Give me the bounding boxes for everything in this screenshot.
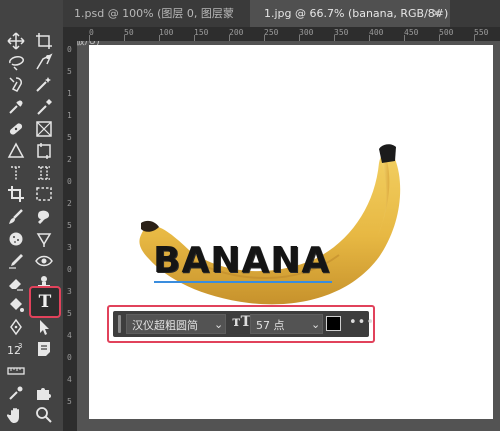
note-icon[interactable] <box>32 337 56 361</box>
eyedropper-icon[interactable] <box>4 95 28 119</box>
ruler-label: 250 <box>264 28 279 37</box>
more-options-icon[interactable]: ••• <box>349 315 375 330</box>
ruler-label: 1 <box>67 89 72 98</box>
document-tab-bar: 1.psd @ 100% (图层 0, 图层蒙版/8) × 1.jpg @ 66… <box>0 0 500 47</box>
patch-icon[interactable] <box>32 117 56 141</box>
ruler-label: 0 <box>67 353 72 362</box>
vertical-ruler[interactable]: 0 5 1 1 5 2 0 2 5 3 0 3 5 4 0 4 5 <box>63 27 77 431</box>
triangle-icon[interactable] <box>4 139 28 163</box>
tab-1-jpg[interactable]: 1.jpg @ 66.7% (banana, RGB/8#) * × <box>250 0 450 47</box>
document-canvas[interactable]: BANANA <box>89 45 493 419</box>
ruler-label: 200 <box>229 28 244 37</box>
ruler-label: 5 <box>67 397 72 406</box>
eye-icon[interactable] <box>32 249 56 273</box>
ruler-label: 3 <box>67 287 72 296</box>
puzzle-icon[interactable] <box>32 381 56 405</box>
text-context-bar: 汉仪超粗圆简 ⌄ тT 57 点 ⌄ ••• <box>107 305 375 343</box>
ruler-label: 150 <box>194 28 209 37</box>
pen-icon[interactable] <box>4 315 28 339</box>
ruler-label: 2 <box>67 199 72 208</box>
grip-handle[interactable] <box>118 315 121 333</box>
chevron-down-icon: ⌄ <box>214 318 224 331</box>
crop-icon[interactable] <box>4 182 28 206</box>
ruler-label: 0 <box>67 265 72 274</box>
crop-frame-icon[interactable] <box>32 139 56 163</box>
paint-bucket-icon[interactable] <box>4 293 28 317</box>
chevron-down-icon: ⌄ <box>311 318 321 331</box>
counter-icon[interactable]: 12 3 <box>4 337 28 361</box>
ruler-label: 5 <box>67 67 72 76</box>
font-size-value: 57 点 <box>256 319 285 332</box>
font-family-select[interactable]: 汉仪超粗圆简 ⌄ <box>126 314 226 334</box>
smudge-icon[interactable] <box>32 205 56 229</box>
ruler-label: 400 <box>369 28 384 37</box>
ruler-icon[interactable] <box>4 359 28 383</box>
lasso-icon[interactable] <box>4 50 28 74</box>
ruler-label: 500 <box>439 28 454 37</box>
font-family-value: 汉仪超粗圆简 <box>132 319 198 332</box>
ruler-label: 5 <box>67 221 72 230</box>
ruler-label: 4 <box>67 375 72 384</box>
ruler-label: 300 <box>299 28 314 37</box>
text-color-swatch[interactable] <box>326 316 341 331</box>
ruler-label: 4 <box>67 331 72 340</box>
color-sampler-icon[interactable] <box>32 95 56 119</box>
tab-1-psd[interactable]: 1.psd @ 100% (图层 0, 图层蒙版/8) × <box>60 0 307 47</box>
marquee-icon[interactable] <box>32 182 56 206</box>
eraser-icon[interactable] <box>4 271 28 295</box>
ruler-label: 5 <box>67 133 72 142</box>
ruler-label: 2 <box>67 155 72 164</box>
banana-image <box>139 144 401 305</box>
ruler-label: 350 <box>334 28 349 37</box>
magic-wand-icon[interactable] <box>32 72 56 96</box>
hand-icon[interactable] <box>4 403 28 427</box>
brush-icon[interactable] <box>4 205 28 229</box>
svg-text:3: 3 <box>18 342 22 350</box>
horizontal-ruler[interactable]: 0 50 100 150 200 250 300 350 400 450 500… <box>77 27 500 41</box>
font-size-icon: тT <box>232 314 252 330</box>
ruler-label: 450 <box>404 28 419 37</box>
ruler-label: 3 <box>67 243 72 252</box>
ruler-label: 100 <box>159 28 174 37</box>
text-baseline <box>154 281 332 283</box>
tool-panel: T 12 3 <box>0 0 63 431</box>
spot-healing-icon[interactable] <box>4 117 28 141</box>
ruler-label: 50 <box>124 28 134 37</box>
font-size-select[interactable]: 57 点 ⌄ <box>250 314 323 334</box>
ruler-label: 0 <box>67 45 72 54</box>
text-layer[interactable]: BANANA <box>153 240 330 281</box>
quick-selection-icon[interactable] <box>4 72 28 96</box>
ruler-label: 550 <box>474 28 489 37</box>
zoom-icon[interactable] <box>32 403 56 427</box>
close-icon[interactable]: × <box>431 0 442 27</box>
pencil-icon[interactable] <box>4 249 28 273</box>
eyedropper-alt-icon[interactable] <box>4 381 28 405</box>
sponge-icon[interactable] <box>4 227 28 251</box>
ruler-label: 1 <box>67 111 72 120</box>
horizontal-type-icon[interactable]: T <box>29 286 61 318</box>
context-bar-body: 汉仪超粗圆简 ⌄ тT 57 点 ⌄ ••• <box>113 311 374 337</box>
path-selection-icon[interactable] <box>32 315 56 339</box>
polygonal-lasso-icon[interactable] <box>32 50 56 74</box>
ruler-label: 5 <box>67 309 72 318</box>
ruler-label: 0 <box>67 177 72 186</box>
burn-icon[interactable] <box>32 227 56 251</box>
